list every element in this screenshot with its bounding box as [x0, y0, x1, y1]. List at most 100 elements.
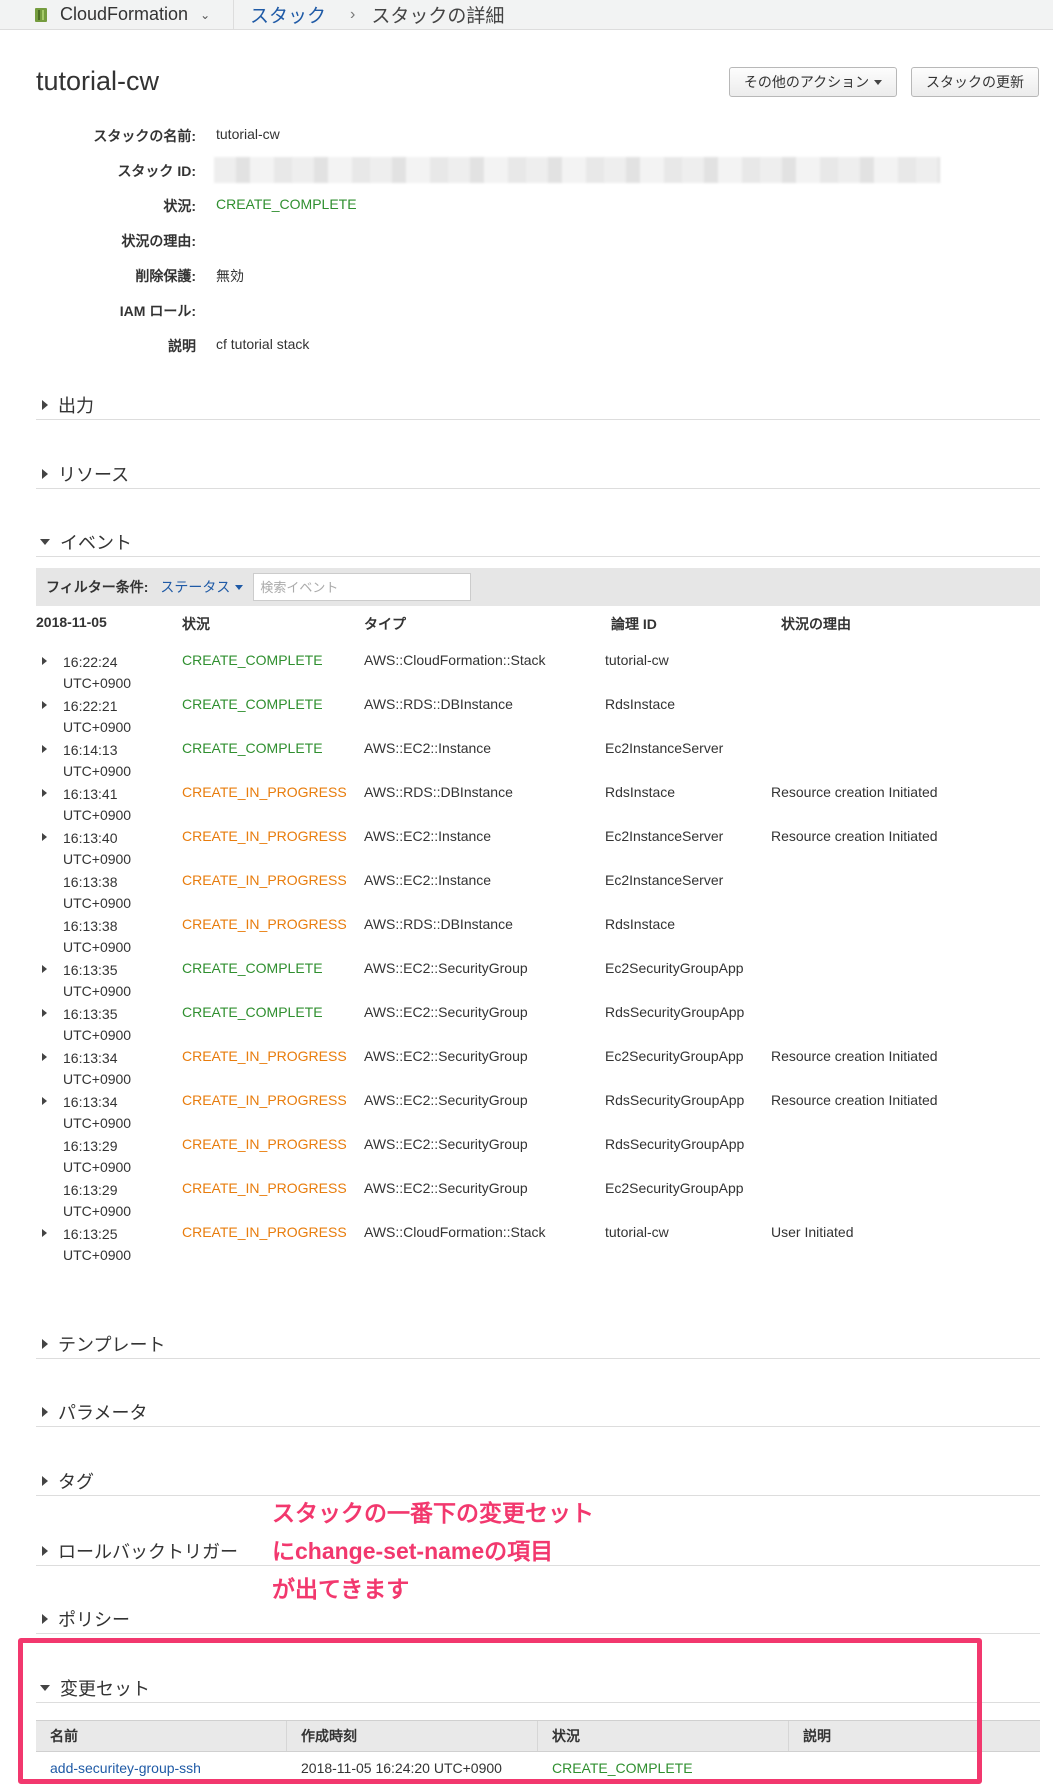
status-filter-dropdown[interactable]: ステータス	[160, 577, 244, 597]
event-type: AWS::EC2::SecurityGroup	[364, 1180, 528, 1196]
section-resources[interactable]: リソース	[36, 459, 1040, 489]
event-status: CREATE_IN_PROGRESS	[182, 1224, 347, 1240]
expand-icon[interactable]	[42, 965, 47, 973]
section-policy[interactable]: ポリシー	[36, 1604, 1040, 1634]
event-logical-id: Ec2SecurityGroupApp	[605, 1180, 744, 1196]
event-reason: User Initiated	[771, 1224, 854, 1240]
expand-icon[interactable]	[42, 745, 47, 753]
status-filter-label: ステータス	[160, 579, 231, 595]
event-time: 16:13:38 UTC+0900	[63, 918, 132, 955]
table-row: 16:13:29 UTC+0900 CREATE_IN_PROGRESS AWS::…	[36, 1180, 1040, 1224]
expand-icon[interactable]	[42, 789, 47, 797]
expand-icon[interactable]	[42, 1009, 47, 1017]
event-type: AWS::EC2::Instance	[364, 740, 492, 756]
table-row: 16:13:29 UTC+0900 CREATE_IN_PROGRESS AWS::…	[36, 1136, 1040, 1180]
section-label: イベント	[60, 532, 132, 553]
event-time: 16:13:29 UTC+0900	[63, 1182, 132, 1219]
event-type: AWS::CloudFormation::Stack	[364, 1224, 546, 1240]
section-template[interactable]: テンプレート	[36, 1329, 1040, 1359]
event-reason: Resource creation Initiated	[771, 828, 938, 844]
events-reason-header[interactable]: 状況の理由	[781, 614, 851, 634]
table-row[interactable]: 16:13:41 UTC+0900 CREATE_IN_PROGRESS AWS::…	[36, 784, 1040, 828]
section-events[interactable]: イベント	[36, 527, 1040, 557]
section-label: ロールバックトリガー	[58, 1541, 238, 1562]
table-row[interactable]: 16:14:13 UTC+0900 CREATE_COMPLETE AWS::EC2…	[36, 740, 1040, 784]
highlight-box	[18, 1638, 982, 1784]
event-time: 16:13:34 UTC+0900	[63, 1094, 132, 1131]
annotation-line: が出てきます	[272, 1576, 410, 1602]
table-row[interactable]: 16:13:34 UTC+0900 CREATE_IN_PROGRESS AWS::…	[36, 1048, 1040, 1092]
event-logical-id: RdsSecurityGroupApp	[605, 1004, 745, 1020]
table-row[interactable]: 16:13:40 UTC+0900 CREATE_IN_PROGRESS AWS::…	[36, 828, 1040, 872]
detail-description: 説明 cf tutorial stack	[0, 336, 1053, 356]
annotation-line: にchange-set-nameの項目	[272, 1538, 554, 1564]
events-status-header[interactable]: 状況	[182, 614, 210, 634]
event-time: 16:14:13 UTC+0900	[63, 742, 132, 779]
events-filter-bar: フィルター条件: ステータス	[36, 568, 1040, 606]
event-status: CREATE_IN_PROGRESS	[182, 916, 347, 932]
event-status: CREATE_IN_PROGRESS	[182, 872, 347, 888]
detail-label: スタックの名前:	[93, 128, 196, 144]
expand-icon[interactable]	[42, 1229, 47, 1237]
expand-icon[interactable]	[42, 1097, 47, 1105]
table-row[interactable]: 16:22:24 UTC+0900 CREATE_COMPLETE AWS::Clo…	[36, 652, 1040, 696]
event-logical-id: tutorial-cw	[605, 1224, 669, 1240]
section-outputs[interactable]: 出力	[36, 390, 1040, 420]
detail-stack-id: スタック ID:	[0, 157, 1053, 183]
table-row[interactable]: 16:13:35 UTC+0900 CREATE_COMPLETE AWS::EC2…	[36, 960, 1040, 1004]
event-type: AWS::EC2::SecurityGroup	[364, 1092, 528, 1108]
event-time: 16:13:34 UTC+0900	[63, 1050, 132, 1087]
event-type: AWS::EC2::SecurityGroup	[364, 1004, 528, 1020]
section-label: ポリシー	[58, 1609, 130, 1630]
event-type: AWS::RDS::DBInstance	[364, 784, 513, 800]
event-logical-id: Ec2InstanceServer	[605, 740, 724, 756]
events-type-header[interactable]: タイプ	[364, 614, 406, 634]
service-menu[interactable]: CloudFormation ⌄	[0, 0, 234, 30]
event-logical-id: Ec2InstanceServer	[605, 872, 724, 888]
event-status: CREATE_COMPLETE	[182, 1004, 323, 1020]
event-status: CREATE_COMPLETE	[182, 740, 323, 756]
table-row[interactable]: 16:13:35 UTC+0900 CREATE_COMPLETE AWS::EC2…	[36, 1004, 1040, 1048]
event-time: 16:13:25 UTC+0900	[63, 1226, 132, 1263]
section-tags[interactable]: タグ	[36, 1466, 1040, 1496]
update-stack-button[interactable]: スタックの更新	[911, 67, 1039, 97]
update-stack-label: スタックの更新	[926, 74, 1024, 90]
expand-icon	[42, 1613, 48, 1624]
breadcrumb-stacks[interactable]: スタック	[250, 1, 326, 28]
expand-icon[interactable]	[42, 1053, 47, 1061]
event-search-input[interactable]	[253, 573, 472, 601]
expand-icon	[42, 1406, 48, 1417]
event-time: 16:13:35 UTC+0900	[63, 1006, 132, 1043]
section-label: リソース	[58, 464, 130, 485]
table-row[interactable]: 16:22:21 UTC+0900 CREATE_COMPLETE AWS::RDS…	[36, 696, 1040, 740]
redacted-stack-id	[214, 157, 940, 183]
table-row[interactable]: 16:13:25 UTC+0900 CREATE_IN_PROGRESS AWS::…	[36, 1224, 1040, 1268]
event-logical-id: RdsInstace	[605, 916, 676, 932]
event-status: CREATE_IN_PROGRESS	[182, 1136, 347, 1152]
expand-icon[interactable]	[42, 701, 47, 709]
event-logical-id: Ec2InstanceServer	[605, 828, 724, 844]
table-row[interactable]: 16:13:34 UTC+0900 CREATE_IN_PROGRESS AWS::…	[36, 1092, 1040, 1136]
section-parameters[interactable]: パラメータ	[36, 1397, 1040, 1427]
detail-value: tutorial-cw	[216, 126, 280, 142]
event-status: CREATE_IN_PROGRESS	[182, 1048, 347, 1064]
detail-label: 状況:	[163, 198, 196, 214]
top-nav: CloudFormation ⌄ スタック › スタックの詳細	[0, 0, 1053, 30]
chevron-down-icon: ⌄	[200, 7, 211, 22]
detail-stack-name: スタックの名前: tutorial-cw	[0, 126, 1053, 146]
expand-icon	[42, 399, 48, 410]
event-logical-id: Ec2SecurityGroupApp	[605, 1048, 744, 1064]
other-actions-label: その他のアクション	[743, 74, 870, 90]
event-time: 16:13:41 UTC+0900	[63, 786, 132, 823]
expand-icon[interactable]	[42, 657, 47, 665]
event-status: CREATE_COMPLETE	[182, 652, 323, 668]
event-logical-id: RdsSecurityGroupApp	[605, 1136, 745, 1152]
event-status: CREATE_IN_PROGRESS	[182, 784, 347, 800]
event-time: 16:22:21 UTC+0900	[63, 698, 132, 735]
filter-label: フィルター条件:	[46, 579, 149, 595]
event-type: AWS::EC2::SecurityGroup	[364, 1136, 528, 1152]
other-actions-button[interactable]: その他のアクション	[729, 67, 897, 97]
expand-icon[interactable]	[42, 833, 47, 841]
table-row: 16:13:38 UTC+0900 CREATE_IN_PROGRESS AWS::…	[36, 872, 1040, 916]
events-logical-id-header[interactable]: 論理 ID	[611, 614, 657, 634]
